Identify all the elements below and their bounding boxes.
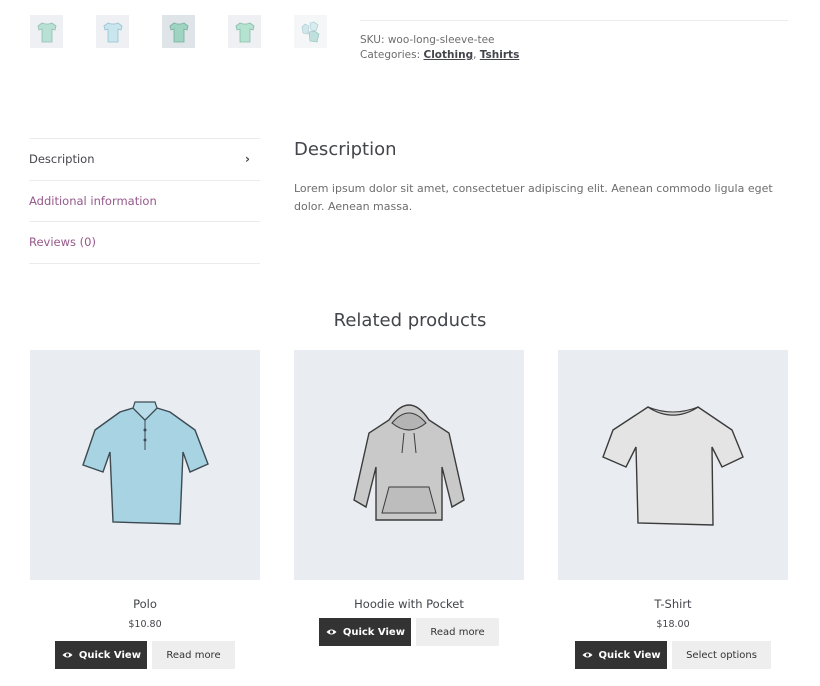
eye-icon bbox=[582, 652, 592, 658]
eye-icon bbox=[326, 629, 337, 635]
product-image-link[interactable] bbox=[558, 350, 788, 580]
description-title: Description bbox=[294, 139, 397, 160]
product-thumbnail-4[interactable] bbox=[228, 15, 261, 48]
read-more-button[interactable]: Read more bbox=[152, 641, 235, 669]
product-thumbnail-5[interactable] bbox=[294, 15, 327, 48]
category-link-tshirts[interactable]: Tshirts bbox=[480, 49, 520, 61]
product-name[interactable]: Polo bbox=[30, 597, 260, 611]
quick-view-button[interactable]: Quick View bbox=[575, 641, 668, 669]
tshirt-thumb-icon bbox=[235, 22, 254, 42]
product-categories: Categories: Clothing, Tshirts bbox=[360, 49, 519, 61]
product-sku: SKU: woo-long-sleeve-tee bbox=[360, 34, 495, 46]
hoodie-image bbox=[353, 404, 465, 521]
product-thumbnail-3[interactable] bbox=[162, 15, 195, 48]
product-card-polo: Polo $10.80 Quick View Read more bbox=[30, 350, 260, 669]
tshirt-thumb-icon bbox=[37, 22, 56, 42]
tab-label: Additional information bbox=[29, 193, 157, 208]
sku-value: woo-long-sleeve-tee bbox=[387, 34, 495, 46]
product-image-link[interactable] bbox=[294, 350, 524, 580]
tab-label: Reviews (0) bbox=[29, 235, 96, 250]
polo-shirt-image bbox=[82, 401, 209, 525]
product-price: $10.80 bbox=[128, 619, 162, 630]
tshirt-thumb-icon bbox=[103, 22, 122, 42]
related-products-title: Related products bbox=[333, 310, 487, 331]
chevron-right-icon: › bbox=[245, 152, 250, 167]
product-name[interactable]: Hoodie with Pocket bbox=[294, 597, 524, 611]
product-card-tshirt: T-Shirt $18.00 Quick View Select options bbox=[558, 350, 788, 669]
tshirt-thumb-icon bbox=[301, 21, 319, 42]
product-name[interactable]: T-Shirt bbox=[558, 597, 788, 611]
tshirt-thumb-icon bbox=[169, 22, 188, 42]
tab-additional-information[interactable]: Additional information bbox=[29, 181, 260, 222]
product-actions: Quick View Read more bbox=[294, 618, 524, 646]
select-options-button[interactable]: Select options bbox=[672, 641, 771, 669]
product-actions: Quick View Read more bbox=[30, 641, 260, 669]
quick-view-button[interactable]: Quick View bbox=[55, 641, 148, 669]
product-tabs: Description › Additional information Rev… bbox=[29, 138, 260, 264]
eye-icon bbox=[62, 652, 73, 658]
quick-view-button[interactable]: Quick View bbox=[319, 618, 412, 646]
category-link-clothing[interactable]: Clothing bbox=[423, 49, 473, 61]
categories-label: Categories: bbox=[360, 49, 421, 61]
quick-view-label: Quick View bbox=[342, 626, 405, 638]
tab-label: Description bbox=[29, 152, 95, 167]
tshirt-image bbox=[602, 406, 744, 526]
product-image-link[interactable] bbox=[30, 350, 260, 580]
categories-separator: , bbox=[473, 49, 477, 61]
product-thumbnail-1[interactable] bbox=[30, 15, 63, 48]
description-text: Lorem ipsum dolor sit amet, consectetuer… bbox=[294, 182, 773, 213]
read-more-button[interactable]: Read more bbox=[416, 618, 499, 646]
product-price: $18.00 bbox=[656, 619, 690, 630]
quick-view-label: Quick View bbox=[598, 649, 661, 661]
tab-reviews[interactable]: Reviews (0) bbox=[29, 222, 260, 264]
product-card-hoodie: Hoodie with Pocket Quick View Read more bbox=[294, 350, 524, 646]
product-actions: Quick View Select options bbox=[558, 641, 788, 669]
quick-view-label: Quick View bbox=[78, 649, 141, 661]
tab-description[interactable]: Description › bbox=[29, 139, 260, 181]
sku-label: SKU: bbox=[360, 34, 385, 46]
meta-divider bbox=[360, 20, 788, 21]
product-thumbnail-2[interactable] bbox=[96, 15, 129, 48]
